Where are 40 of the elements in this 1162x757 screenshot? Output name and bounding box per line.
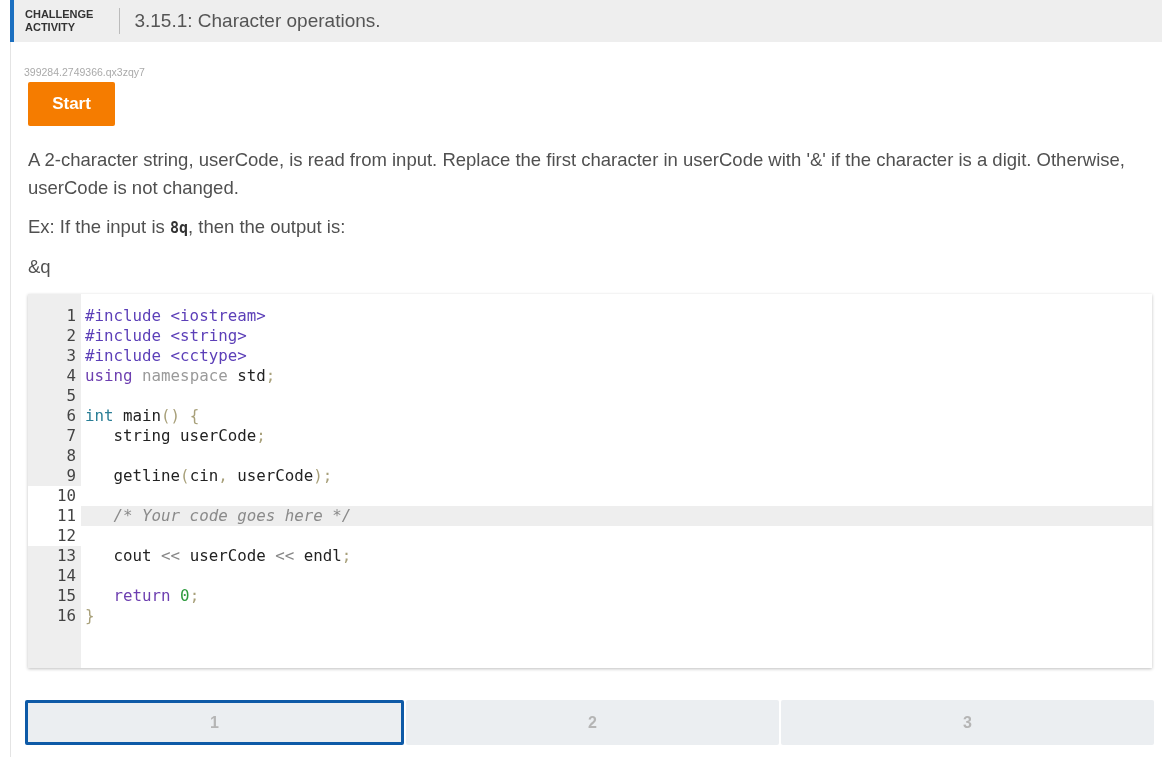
line-number: 1 bbox=[66, 306, 76, 325]
line-number: 4 bbox=[66, 366, 76, 385]
code-line: getline(cin, userCode); bbox=[112, 466, 333, 485]
line-number: 10 bbox=[56, 486, 76, 505]
code-line: cout << userCode << endl; bbox=[112, 546, 352, 565]
line-number: 13 bbox=[56, 546, 76, 565]
line-number: 11 bbox=[56, 506, 76, 525]
code-line: /* Your code goes here */ bbox=[112, 506, 352, 525]
example-text: Ex: If the input is 8q, then the output is: bbox=[28, 215, 347, 239]
line-number: 15 bbox=[56, 586, 76, 605]
gutter-background bbox=[28, 294, 81, 306]
example-output: &q bbox=[28, 255, 52, 279]
line-number: 8 bbox=[66, 446, 76, 465]
line-number: 6 bbox=[66, 406, 76, 425]
code-line: #include <string> bbox=[85, 326, 247, 345]
start-button[interactable]: Start bbox=[28, 82, 115, 126]
step-tab[interactable]: 1 bbox=[25, 700, 404, 745]
code-line: int main() { bbox=[85, 406, 200, 425]
code-line: using namespace std; bbox=[85, 366, 276, 385]
line-number: 3 bbox=[66, 346, 76, 365]
activity-id: 399284.2749366.qx3zqy7 bbox=[24, 66, 146, 78]
line-number: 12 bbox=[56, 526, 76, 545]
code-line: #include <iostream> bbox=[85, 306, 266, 325]
activity-type-label: CHALLENGE ACTIVITY bbox=[14, 8, 121, 34]
prompt-text: A 2-character string, userCode, is read from input. Replace the first character in userCode with '&' if the character is a digit. Otherwise, userCode is not changed. bbox=[28, 148, 1126, 200]
step-tab[interactable]: 3 bbox=[781, 700, 1154, 745]
line-number: 9 bbox=[66, 466, 76, 485]
code-line: #include <cctype> bbox=[85, 346, 247, 365]
activity-title: 3.15.1: Character operations. bbox=[133, 10, 381, 32]
code-line: string userCode; bbox=[112, 426, 266, 445]
gutter-background bbox=[28, 626, 81, 668]
line-number: 14 bbox=[56, 566, 76, 585]
line-number: 16 bbox=[56, 606, 76, 625]
code-editor[interactable] bbox=[28, 294, 1152, 668]
line-number: 7 bbox=[66, 426, 76, 445]
line-number: 2 bbox=[66, 326, 76, 345]
step-tab[interactable]: 2 bbox=[406, 700, 779, 745]
line-number: 5 bbox=[66, 386, 76, 405]
code-line: } bbox=[85, 606, 95, 625]
code-line: return 0; bbox=[112, 586, 200, 605]
